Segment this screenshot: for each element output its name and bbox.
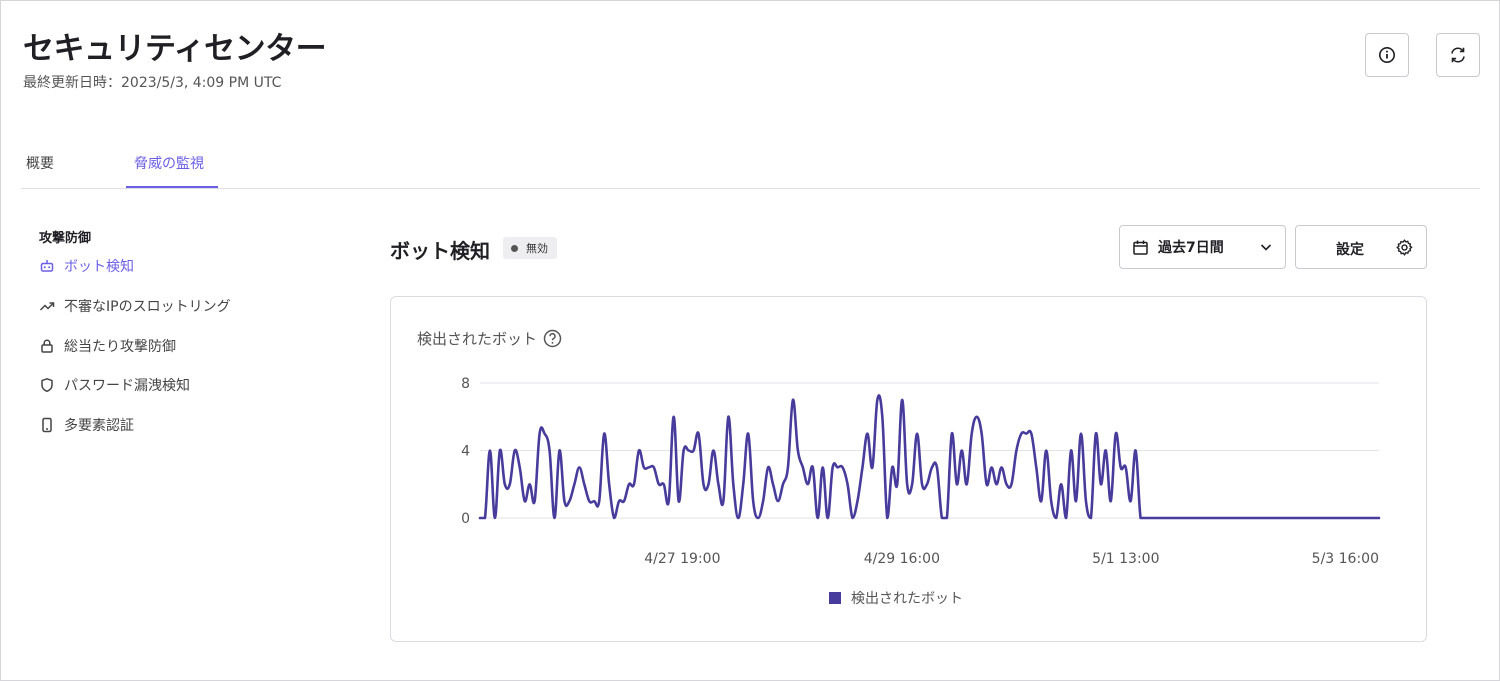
x-tick-label: 5/1 13:00 — [1092, 551, 1159, 567]
lock-icon — [37, 336, 57, 356]
tab-overview[interactable]: 概要 — [26, 153, 54, 173]
calendar-icon — [1132, 239, 1149, 256]
trending-up-icon — [37, 296, 57, 316]
status-dot — [511, 244, 518, 252]
sidebar-heading: 攻撃防御 — [39, 231, 92, 246]
section-title: ボット検知 — [390, 239, 490, 263]
refresh-icon — [1448, 45, 1468, 65]
sidebar-item-brute-force[interactable]: 総当たり攻撃防御 — [37, 335, 176, 357]
settings-label: 設定 — [1336, 242, 1364, 258]
date-range-select[interactable]: 過去7日間 — [1119, 225, 1286, 269]
last-updated-text: 最終更新日時：2023/5/3, 4:09 PM UTC — [23, 75, 282, 91]
shield-icon — [37, 375, 57, 395]
x-tick-label: 4/27 19:00 — [644, 551, 720, 567]
refresh-button[interactable] — [1436, 33, 1480, 77]
sidebar-item-label: ボット検知 — [64, 259, 134, 275]
legend-swatch — [829, 592, 841, 604]
sidebar-item-label: パスワード漏洩検知 — [64, 378, 190, 394]
x-tick-label: 4/29 16:00 — [864, 551, 940, 567]
chart-card: 検出されたボット 0 4 8 4/27 19:00 4/29 16:00 5/1 13:0… — [390, 296, 1427, 642]
chevron-down-icon — [1259, 240, 1273, 254]
robot-icon — [37, 256, 57, 276]
y-tick-label: 4 — [461, 444, 470, 460]
app-frame: セキュリティセンター 最終更新日時：2023/5/3, 4:09 PM UTC … — [0, 0, 1500, 681]
active-tab-indicator — [126, 186, 218, 188]
y-tick-label: 8 — [461, 376, 470, 392]
sidebar-item-breached-password[interactable]: パスワード漏洩検知 — [37, 374, 190, 396]
date-range-label: 過去7日間 — [1158, 240, 1224, 256]
sidebar-item-ip-throttling[interactable]: 不審なIPのスロットリング — [37, 295, 231, 317]
gear-icon — [1395, 238, 1414, 257]
info-button[interactable] — [1365, 33, 1409, 77]
phone-icon — [37, 415, 57, 435]
sidebar-item-label: 総当たり攻撃防御 — [64, 339, 176, 355]
sidebar-item-label: 不審なIPのスロットリング — [64, 299, 231, 315]
series-line — [478, 394, 1381, 520]
status-badge-label: 無効 — [526, 242, 548, 255]
y-tick-label: 0 — [461, 511, 470, 527]
sidebar-item-label: 多要素認証 — [64, 418, 134, 434]
page-title: セキュリティセンター — [23, 31, 327, 67]
x-tick-label: 5/3 16:00 — [1312, 551, 1379, 567]
status-badge: 無効 — [503, 237, 557, 259]
tab-bar: 概要 脅威の監視 — [21, 141, 1480, 189]
settings-button[interactable]: 設定 — [1295, 225, 1427, 269]
sidebar-item-bot-detection[interactable]: ボット検知 — [37, 255, 134, 277]
tab-threat-monitoring[interactable]: 脅威の監視 — [134, 153, 204, 173]
legend-label: 検出されたボット — [851, 591, 963, 607]
bot-detection-chart: 0 4 8 4/27 19:00 4/29 16:00 5/1 13:00 5/3 16:0… — [461, 376, 1381, 607]
sidebar-item-mfa[interactable]: 多要素認証 — [37, 414, 134, 436]
info-icon — [1378, 46, 1396, 64]
